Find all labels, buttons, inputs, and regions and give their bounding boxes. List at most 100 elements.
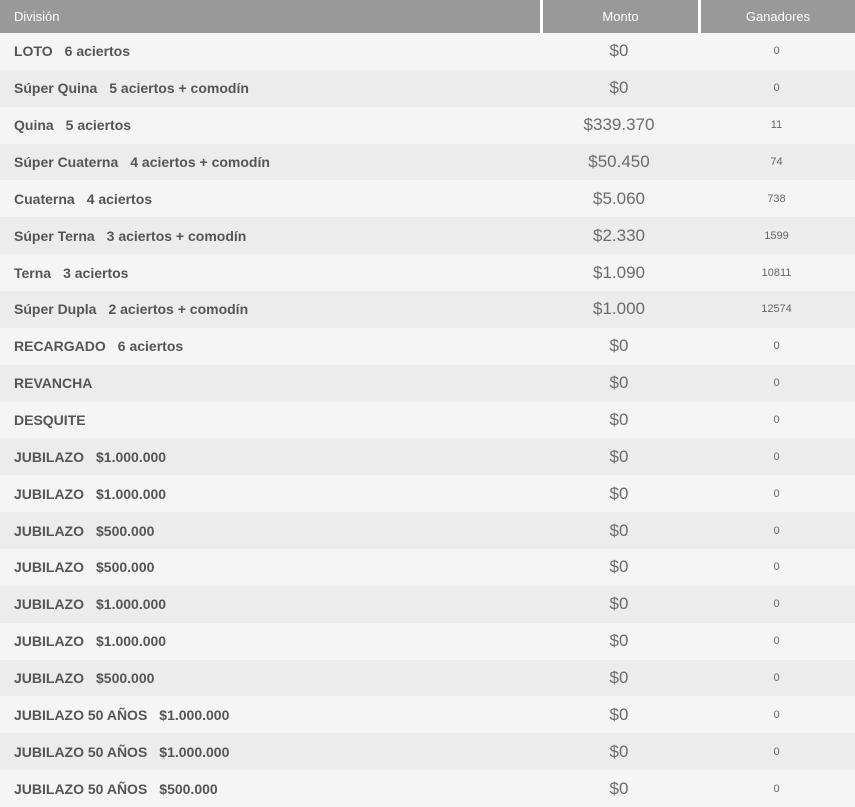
table-row: Súper Terna 3 aciertos + comodín $2.330 1… — [0, 217, 855, 255]
table-row: REVANCHA $0 0 — [0, 364, 855, 402]
division-name: JUBILAZO — [14, 485, 84, 502]
ganadores-cell: 0 — [773, 524, 780, 537]
table-row: Súper Cuaterna 4 aciertos + comodín $50.4… — [0, 143, 855, 181]
ganadores-cell: 0 — [773, 672, 780, 685]
table-row: JUBILAZO $500.000 $0 0 — [0, 512, 855, 550]
division-cell: JUBILAZO $500.000 — [0, 670, 540, 686]
division-cell: REVANCHA — [0, 375, 540, 391]
division-cell: Súper Terna 3 aciertos + comodín — [0, 228, 540, 244]
division-detail: $500.000 — [96, 522, 155, 539]
monto-cell: $2.330 — [593, 225, 645, 245]
monto-cell: $0 — [609, 483, 629, 503]
division-detail: $1.000.000 — [96, 485, 167, 502]
division-name: Súper Quina — [14, 80, 98, 97]
table-row: RECARGADO 6 aciertos $0 0 — [0, 327, 855, 365]
division-name: REVANCHA — [14, 375, 93, 392]
table-row: JUBILAZO 50 AÑOS $500.000 $0 0 — [0, 770, 855, 807]
division-cell: JUBILAZO $500.000 — [0, 559, 540, 575]
monto-cell: $0 — [609, 41, 629, 61]
division-detail: $1.000.000 — [96, 448, 167, 465]
table-row: JUBILAZO $1.000.000 $0 0 — [0, 475, 855, 513]
division-name: JUBILAZO — [14, 596, 84, 613]
monto-cell: $339.370 — [583, 115, 655, 135]
ganadores-cell: 0 — [773, 708, 780, 721]
ganadores-cell: 11 — [770, 119, 783, 132]
ganadores-cell: 0 — [773, 745, 780, 758]
division-detail: 6 aciertos — [117, 338, 184, 355]
division-name: RECARGADO — [14, 338, 106, 355]
division-cell: JUBILAZO 50 AÑOS $1.000.000 — [0, 707, 540, 723]
division-cell: Quina 5 aciertos — [0, 117, 540, 133]
division-cell: Súper Cuaterna 4 aciertos + comodín — [0, 154, 540, 170]
division-cell: JUBILAZO $1.000.000 — [0, 486, 540, 502]
header-monto: Monto — [540, 0, 698, 33]
table-row: JUBILAZO $1.000.000 $0 0 — [0, 622, 855, 660]
division-cell: JUBILAZO $1.000.000 — [0, 596, 540, 612]
ganadores-cell: 0 — [773, 487, 780, 500]
ganadores-cell: 0 — [773, 82, 780, 95]
table-row: Súper Quina 5 aciertos + comodín $0 0 — [0, 69, 855, 107]
division-detail: $1.000.000 — [96, 633, 167, 650]
division-name: JUBILAZO — [14, 522, 84, 539]
division-cell: JUBILAZO 50 AÑOS $1.000.000 — [0, 744, 540, 760]
ganadores-cell: 10811 — [761, 266, 792, 279]
ganadores-cell: 738 — [767, 192, 786, 205]
ganadores-cell: 1599 — [764, 229, 789, 242]
table-row: DESQUITE $0 0 — [0, 401, 855, 439]
monto-cell: $0 — [609, 741, 629, 761]
division-detail: 5 aciertos — [65, 117, 132, 134]
division-name: JUBILAZO — [14, 559, 84, 576]
monto-cell: $0 — [609, 704, 629, 724]
division-detail: 4 aciertos + comodín — [130, 154, 270, 170]
monto-cell: $0 — [609, 520, 629, 540]
division-cell: Cuaterna 4 aciertos — [0, 191, 540, 207]
table-row: JUBILAZO $1.000.000 $0 0 — [0, 585, 855, 623]
division-detail: $1.000.000 — [96, 596, 167, 613]
table-header-row: División Monto Ganadores — [0, 0, 855, 33]
division-cell: JUBILAZO $500.000 — [0, 523, 540, 539]
division-detail: 4 aciertos — [86, 190, 153, 207]
division-detail: 3 aciertos + comodín — [106, 227, 247, 244]
ganadores-cell: 0 — [773, 635, 780, 648]
division-detail: $500.000 — [159, 780, 218, 797]
division-cell: DESQUITE — [0, 412, 540, 428]
division-name: JUBILAZO — [14, 448, 84, 465]
table-row: Terna 3 aciertos $1.090 10811 — [0, 254, 855, 292]
division-name: Terna — [14, 264, 52, 281]
division-detail: $500.000 — [96, 670, 155, 687]
division-name: JUBILAZO — [14, 633, 84, 650]
monto-cell: $0 — [609, 410, 629, 430]
header-ganadores: Ganadores — [698, 0, 855, 33]
division-name: Súper Dupla — [14, 301, 97, 318]
monto-cell: $0 — [609, 631, 629, 651]
table-body: LOTO 6 aciertos $0 0 Súper Quina 5 acierto… — [0, 33, 855, 807]
division-name: Súper Cuaterna — [14, 154, 119, 170]
monto-cell: $0 — [609, 778, 629, 798]
ganadores-cell: 0 — [773, 561, 780, 574]
monto-cell: $0 — [609, 336, 629, 356]
prize-breakdown-table: División Monto Ganadores LOTO 6 aciertos … — [0, 0, 855, 807]
division-detail: 3 aciertos — [63, 264, 129, 281]
ganadores-cell: 0 — [773, 782, 780, 795]
division-cell: JUBILAZO $1.000.000 — [0, 449, 540, 465]
division-detail: $1.000.000 — [159, 706, 230, 723]
division-cell: RECARGADO 6 aciertos — [0, 338, 540, 354]
division-detail: $1.000.000 — [159, 743, 230, 760]
ganadores-cell: 0 — [773, 377, 780, 390]
table-row: Cuaterna 4 aciertos $5.060 738 — [0, 180, 855, 218]
division-name: JUBILAZO 50 AÑOS — [14, 706, 148, 723]
division-cell: LOTO 6 aciertos — [0, 43, 540, 59]
division-cell: JUBILAZO 50 AÑOS $500.000 — [0, 781, 540, 797]
division-name: DESQUITE — [14, 412, 86, 429]
division-cell: Súper Quina 5 aciertos + comodín — [0, 80, 540, 96]
header-division: División — [14, 9, 60, 24]
monto-cell: $50.450 — [588, 152, 650, 171]
monto-cell: $0 — [609, 78, 629, 98]
table-row: JUBILAZO 50 AÑOS $1.000.000 $0 0 — [0, 696, 855, 734]
table-row: Súper Dupla 2 aciertos + comodín $1.000 1… — [0, 291, 855, 328]
division-name: JUBILAZO 50 AÑOS — [14, 743, 148, 760]
monto-cell: $0 — [609, 557, 629, 577]
ganadores-cell: 0 — [773, 450, 780, 463]
division-cell: Terna 3 aciertos — [0, 265, 540, 281]
monto-cell: $0 — [609, 594, 629, 614]
